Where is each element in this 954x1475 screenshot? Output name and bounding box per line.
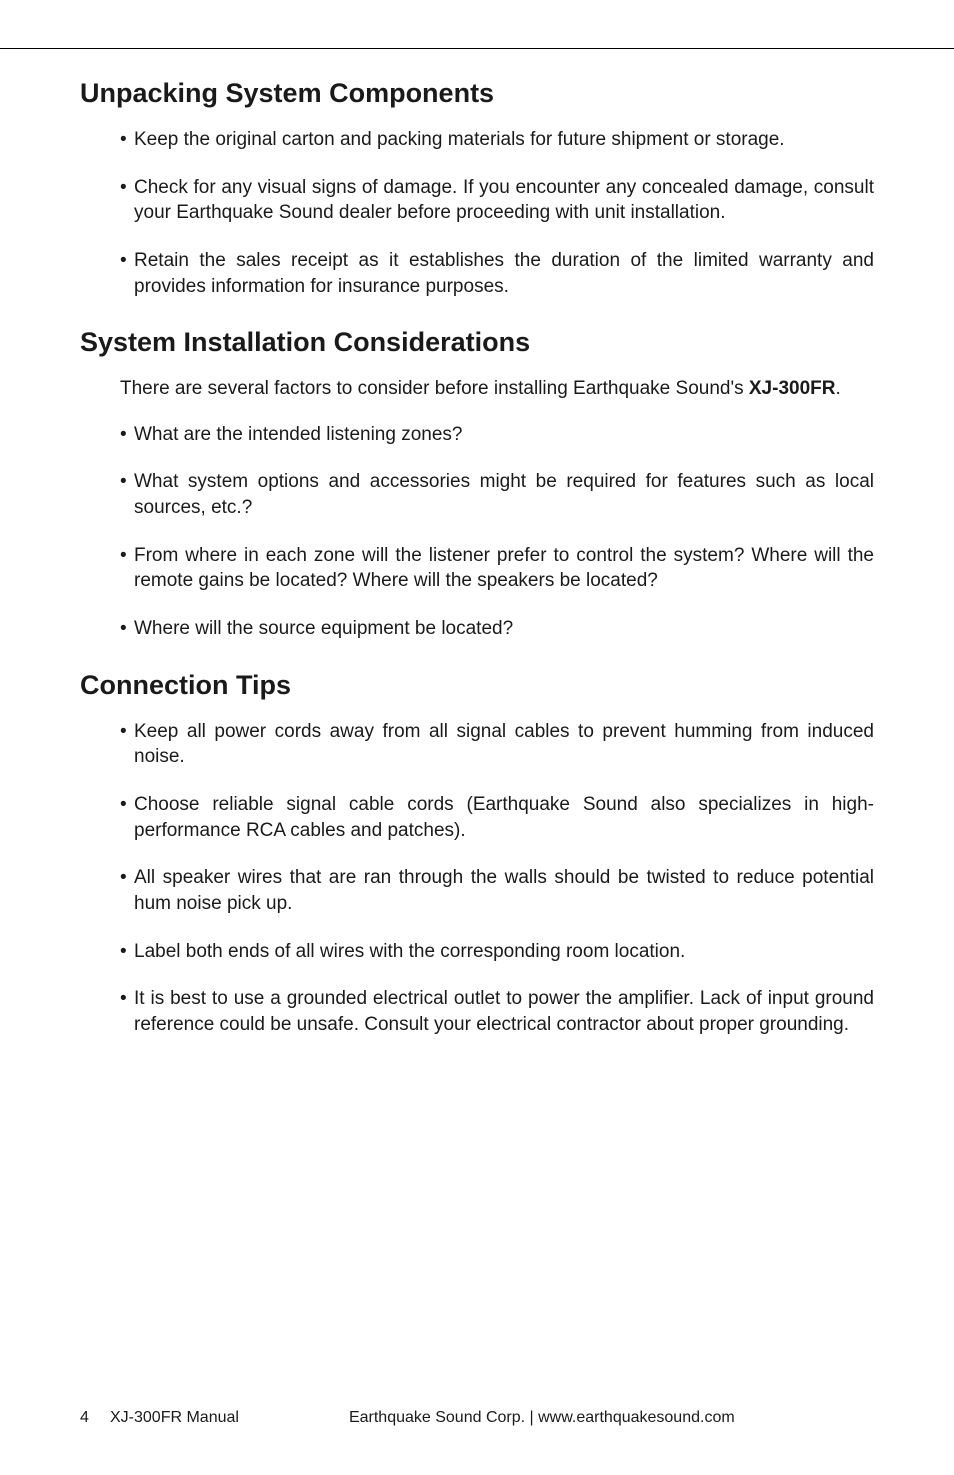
list-item: From where in each zone will the listene… (120, 543, 874, 594)
list-item: All speaker wires that are ran through t… (120, 865, 874, 916)
footer-corp: Earthquake Sound Corp. | www.earthquakes… (349, 1409, 874, 1427)
heading-unpacking: Unpacking System Components (80, 78, 874, 109)
list-item: Label both ends of all wires with the co… (120, 939, 874, 965)
list-item: Where will the source equipment be locat… (120, 616, 874, 642)
list-item: What are the intended listening zones? (120, 422, 874, 448)
footer: 4 XJ-300FR Manual Earthquake Sound Corp.… (80, 1409, 874, 1427)
footer-title: XJ-300FR Manual (110, 1409, 239, 1427)
lead-paragraph: There are several factors to consider be… (120, 376, 874, 402)
heading-installation: System Installation Considerations (80, 327, 874, 358)
list-item: Keep the original carton and packing mat… (120, 127, 874, 153)
list-connection: Keep all power cords away from all signa… (120, 719, 874, 1038)
lead-suffix: . (835, 378, 840, 399)
top-rule (0, 48, 954, 49)
page-number: 4 (80, 1409, 110, 1427)
lead-prefix: There are several factors to consider be… (120, 378, 749, 399)
list-unpacking: Keep the original carton and packing mat… (120, 127, 874, 299)
list-item: Retain the sales receipt as it establish… (120, 248, 874, 299)
list-item: Choose reliable signal cable cords (Eart… (120, 792, 874, 843)
list-item: What system options and accessories migh… (120, 469, 874, 520)
heading-connection: Connection Tips (80, 670, 874, 701)
list-item: Keep all power cords away from all signa… (120, 719, 874, 770)
list-item: Check for any visual signs of damage. If… (120, 175, 874, 226)
list-installation: What are the intended listening zones? W… (120, 422, 874, 642)
list-item: It is best to use a grounded electrical … (120, 986, 874, 1037)
lead-bold: XJ-300FR (749, 378, 836, 399)
